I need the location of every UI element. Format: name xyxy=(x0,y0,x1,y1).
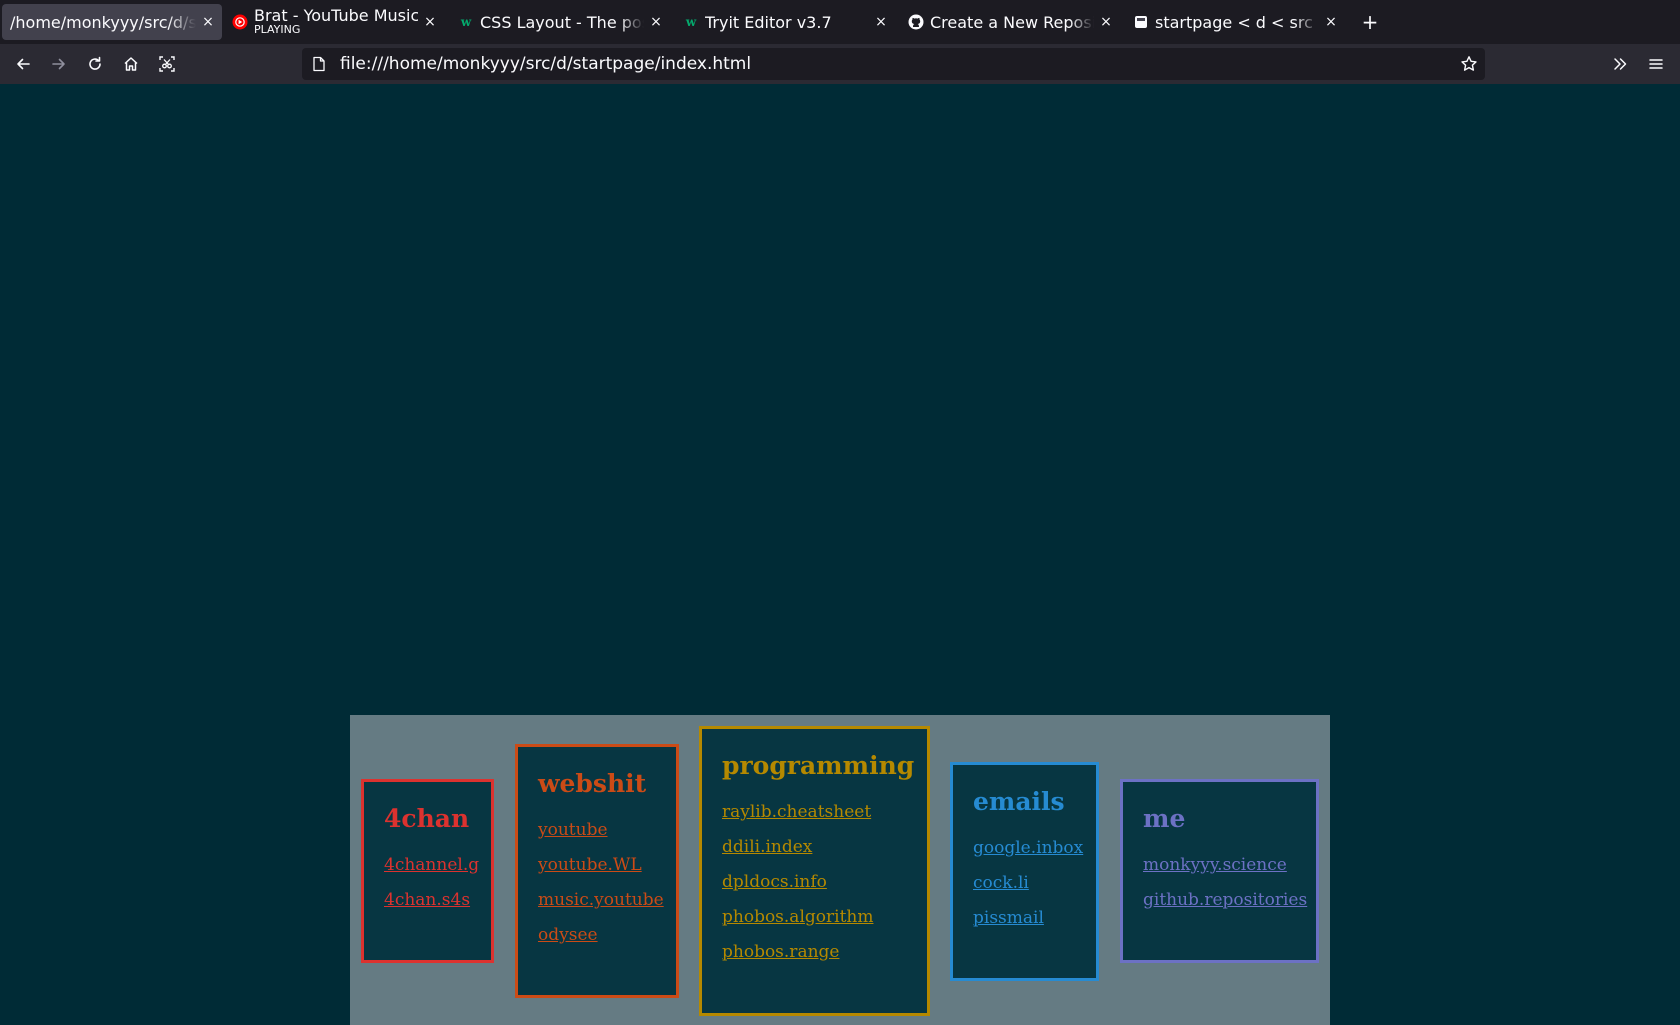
screenshot-button[interactable] xyxy=(155,52,179,76)
link-odysee[interactable]: odysee xyxy=(538,918,676,953)
page-icon xyxy=(1133,14,1149,30)
card-title: emails xyxy=(973,787,1065,816)
close-tab-icon[interactable]: × xyxy=(200,14,216,30)
tab-title-wrap: Brat - YouTube Music PLAYING xyxy=(254,8,418,36)
home-button[interactable] xyxy=(119,52,143,76)
tab-title: Create a New Repository xyxy=(930,12,1094,32)
link-github-repositories[interactable]: github.repositories xyxy=(1143,883,1316,918)
tab-title-wrap: /home/monkyyy/src/d/startpage/index.html xyxy=(10,13,196,32)
home-icon xyxy=(124,57,138,71)
card-4chan: 4chan 4channel.g 4chan.s4s xyxy=(361,779,494,963)
forward-button[interactable] xyxy=(47,52,71,76)
tab-new-repository[interactable]: Create a New Repository × xyxy=(908,4,1118,40)
tab-title: Tryit Editor v3.7 xyxy=(705,12,832,32)
tab-title-wrap: startpage < d < src < monkyyy xyxy=(1155,13,1319,32)
github-icon xyxy=(908,14,924,30)
close-tab-icon[interactable]: × xyxy=(1098,14,1114,30)
new-tab-button[interactable]: + xyxy=(1359,8,1381,36)
link-phobos-range[interactable]: phobos.range xyxy=(722,935,927,970)
link-dpldocs-info[interactable]: dpldocs.info xyxy=(722,865,927,900)
tab-startpage-source[interactable]: startpage < d < src < monkyyy × xyxy=(1133,4,1343,40)
address-bar[interactable] xyxy=(302,48,1485,80)
card-programming: programming raylib.cheatsheet ddili.inde… xyxy=(699,726,930,1016)
tab-css-layout[interactable]: w CSS Layout - The position Property × xyxy=(458,4,668,40)
close-tab-icon[interactable]: × xyxy=(873,14,889,30)
link-pissmail[interactable]: pissmail xyxy=(973,901,1096,936)
link-panel: 4chan 4channel.g 4chan.s4s webshit youtu… xyxy=(350,715,1330,1025)
url-input[interactable] xyxy=(340,54,1453,74)
link-ddili-index[interactable]: ddili.index xyxy=(722,830,927,865)
hamburger-menu-icon xyxy=(1649,59,1663,69)
close-tab-icon[interactable]: × xyxy=(1323,14,1339,30)
tab-title: /home/monkyyy/src/d/startpage/index.html xyxy=(10,12,196,32)
tab-startpage-local[interactable]: /home/monkyyy/src/d/startpage/index.html… xyxy=(2,4,222,40)
card-title: webshit xyxy=(538,769,647,798)
tab-youtube-music[interactable]: Brat - YouTube Music PLAYING × xyxy=(232,4,442,40)
tab-title: Brat - YouTube Music xyxy=(254,8,418,24)
page-content: 4chan 4channel.g 4chan.s4s webshit youtu… xyxy=(0,84,1680,1025)
navigation-toolbar xyxy=(0,44,1680,84)
link-4channel-g[interactable]: 4channel.g xyxy=(384,848,491,883)
back-button[interactable] xyxy=(11,52,35,76)
tab-title-wrap: CSS Layout - The position Property xyxy=(480,13,644,32)
tab-title-wrap: Tryit Editor v3.7 xyxy=(705,13,869,32)
link-youtube-wl[interactable]: youtube.WL xyxy=(538,848,676,883)
back-arrow-icon xyxy=(17,58,30,70)
card-title: programming xyxy=(722,751,915,780)
link-4chan-s4s[interactable]: 4chan.s4s xyxy=(384,883,491,918)
card-webshit: webshit youtube youtube.WL music.youtube… xyxy=(515,744,679,998)
tab-playing-label: PLAYING xyxy=(254,23,301,36)
chevrons-right-icon xyxy=(1614,58,1627,70)
close-tab-icon[interactable]: × xyxy=(648,14,664,30)
link-youtube[interactable]: youtube xyxy=(538,813,676,848)
link-phobos-algorithm[interactable]: phobos.algorithm xyxy=(722,900,927,935)
card-me: me monkyyy.science github.repositories xyxy=(1120,779,1319,963)
screenshot-icon xyxy=(159,56,175,72)
card-emails: emails google.inbox cock.li pissmail xyxy=(950,762,1099,981)
page-icon xyxy=(312,56,328,72)
youtube-music-icon xyxy=(232,14,248,30)
reload-button[interactable] xyxy=(83,52,107,76)
application-menu-button[interactable] xyxy=(1644,52,1668,76)
card-title: 4chan xyxy=(384,804,470,833)
tab-strip: /home/monkyyy/src/d/startpage/index.html… xyxy=(0,0,1680,44)
forward-arrow-icon xyxy=(52,58,65,70)
link-raylib-cheatsheet[interactable]: raylib.cheatsheet xyxy=(722,795,927,830)
tab-title: CSS Layout - The position Property xyxy=(480,12,644,32)
tab-tryit-editor[interactable]: w Tryit Editor v3.7 × xyxy=(683,4,893,40)
w3schools-icon: w xyxy=(460,15,472,29)
w3schools-icon: w xyxy=(685,15,697,29)
link-music-youtube[interactable]: music.youtube xyxy=(538,883,676,918)
card-title: me xyxy=(1143,804,1186,833)
link-cock-li[interactable]: cock.li xyxy=(973,866,1096,901)
overflow-menu-button[interactable] xyxy=(1608,52,1632,76)
bookmark-star-icon[interactable] xyxy=(1453,48,1485,80)
link-monkyyy-science[interactable]: monkyyy.science xyxy=(1143,848,1316,883)
reload-icon xyxy=(89,56,101,70)
close-tab-icon[interactable]: × xyxy=(422,14,438,30)
tab-title-wrap: Create a New Repository xyxy=(930,13,1094,32)
link-google-inbox[interactable]: google.inbox xyxy=(973,831,1096,866)
tab-title: startpage < d < src < monkyyy xyxy=(1155,12,1319,32)
